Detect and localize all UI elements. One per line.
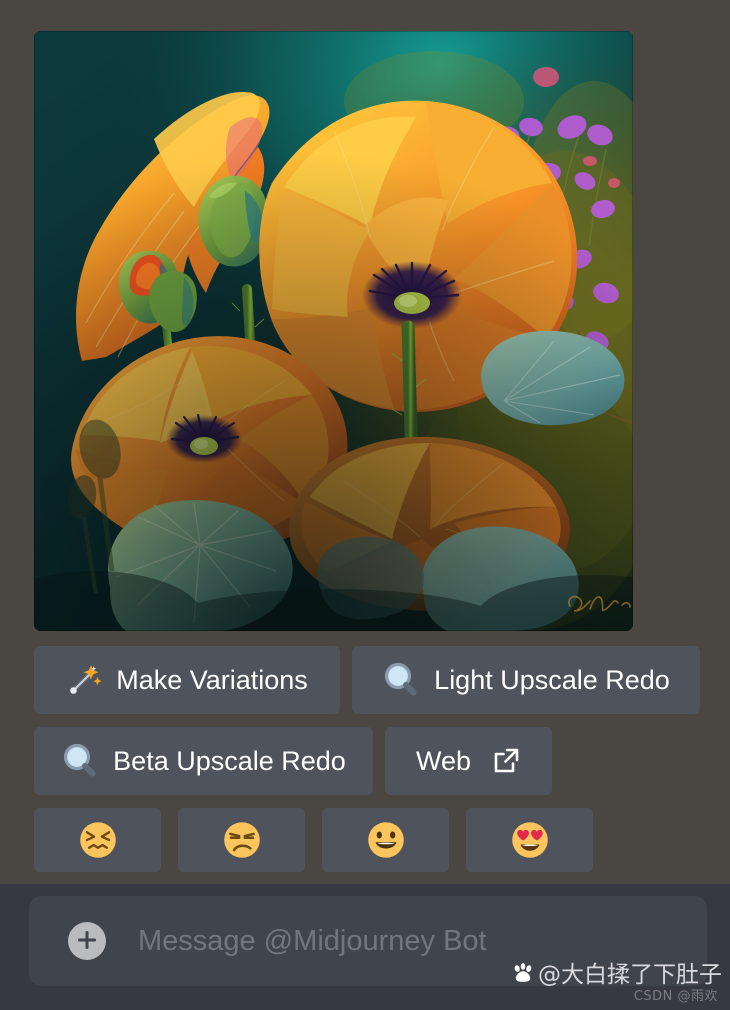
reaction-heart-eyes-face[interactable]	[466, 808, 593, 872]
component-row-1: Make Variations Light Upscale Redo	[34, 646, 700, 714]
generated-image-attachment[interactable]	[34, 31, 633, 631]
poppy-painting	[34, 31, 633, 631]
heart-eyes-face-emoji	[510, 820, 550, 860]
web-label: Web	[416, 748, 471, 775]
make-variations-button[interactable]: Make Variations	[34, 646, 340, 714]
web-button[interactable]: Web	[385, 727, 552, 795]
component-row-2: Beta Upscale Redo Web	[34, 727, 552, 795]
attach-plus-button[interactable]	[68, 922, 106, 960]
message-input[interactable]	[138, 925, 683, 958]
reaction-unamused-face[interactable]	[178, 808, 305, 872]
watermark-secondary: CSDN @雨欢	[634, 985, 718, 1004]
grinning-face-emoji	[366, 820, 406, 860]
beta-upscale-redo-label: Beta Upscale Redo	[113, 748, 346, 775]
magnifying-glass-icon	[382, 661, 420, 699]
reaction-confounded-face[interactable]	[34, 808, 161, 872]
light-upscale-redo-label: Light Upscale Redo	[434, 667, 670, 694]
baidu-paw-icon	[512, 962, 534, 989]
reaction-row	[34, 808, 593, 872]
magnifying-glass-icon	[61, 742, 99, 780]
unamused-face-emoji	[222, 820, 262, 860]
magic-wand-icon	[66, 662, 102, 698]
beta-upscale-redo-button[interactable]: Beta Upscale Redo	[34, 727, 373, 795]
chat-bottom-bar: @大白揉了下肚子 CSDN @雨欢	[0, 884, 730, 1010]
make-variations-label: Make Variations	[116, 667, 308, 694]
reaction-grinning-face[interactable]	[322, 808, 449, 872]
watermark-text: @大白揉了下肚子	[538, 964, 722, 987]
external-link-icon	[491, 746, 521, 776]
plus-icon	[76, 929, 98, 954]
confounded-face-emoji	[78, 820, 118, 860]
light-upscale-redo-button[interactable]: Light Upscale Redo	[352, 646, 700, 714]
